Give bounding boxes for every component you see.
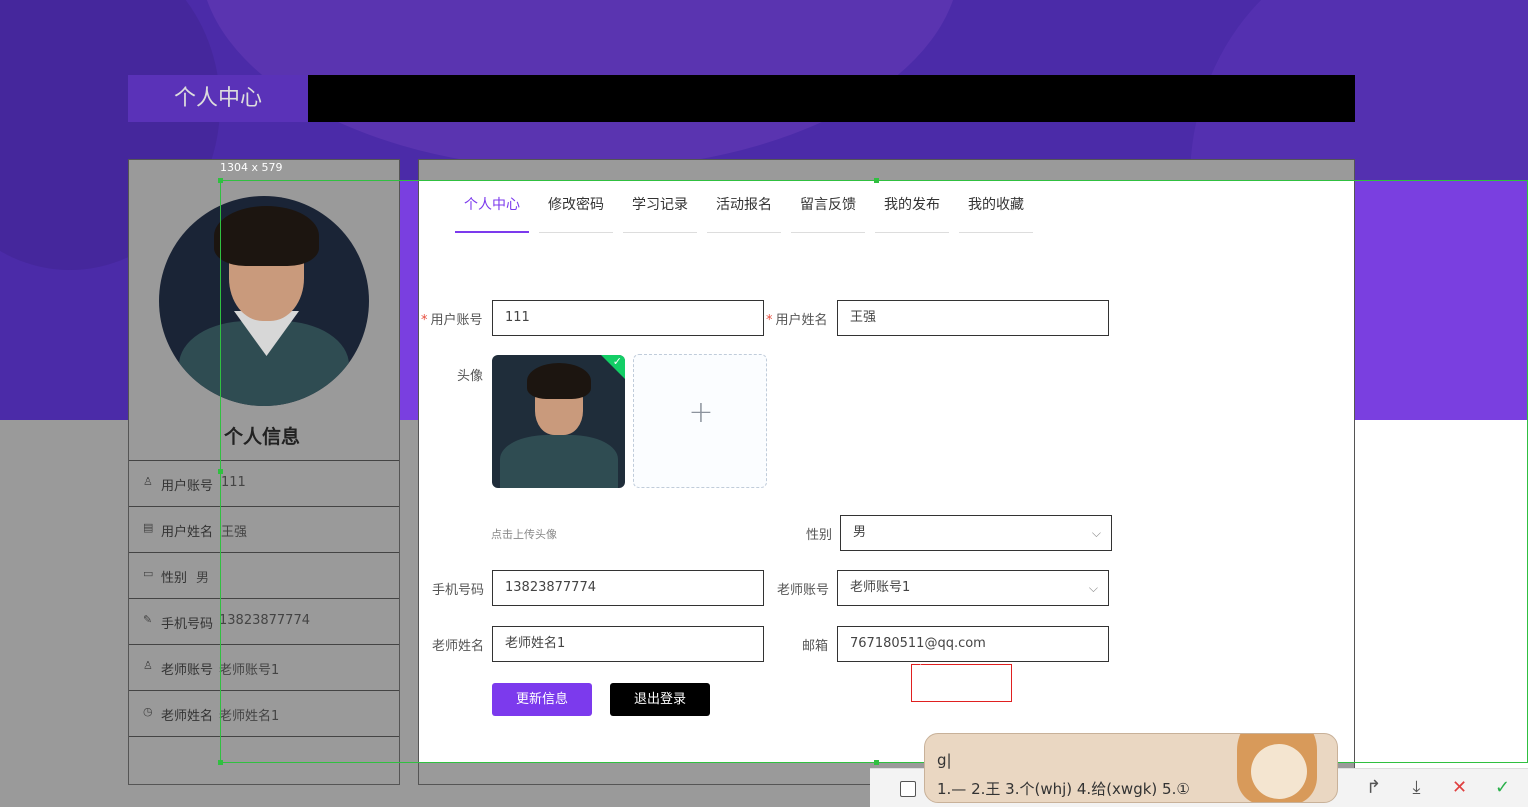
- teacher-name-input[interactable]: 老师姓名1: [492, 626, 764, 662]
- ime-candidates[interactable]: 1.— 2.王 3.个(whj) 4.给(xwgk) 5.①: [937, 778, 1190, 799]
- info-row-gender: ▭ 性别 男: [129, 552, 399, 598]
- tab-activity-signup[interactable]: 活动报名: [707, 193, 781, 233]
- teacher-name-label: 老师姓名: [432, 639, 485, 654]
- info-label: 性别: [161, 571, 188, 586]
- profile-tabs: 个人中心 修改密码 学习记录 活动报名 留言反馈 我的发布 我的收藏: [455, 193, 1043, 233]
- background-right: [1354, 420, 1528, 807]
- info-row-account: ♙ 用户账号 111: [129, 460, 399, 506]
- tab-profile[interactable]: 个人中心: [455, 193, 529, 233]
- avatar-thumbnail[interactable]: ✓: [492, 355, 625, 488]
- tab-my-posts[interactable]: 我的发布: [875, 193, 949, 233]
- upload-hint: 点击上传头像: [491, 528, 557, 541]
- person-icon: ♙: [143, 659, 153, 672]
- teacher-account-select[interactable]: 老师账号1 ⌵: [837, 570, 1109, 606]
- gender-value: 男: [853, 525, 867, 540]
- info-row-name: ▤ 用户姓名 王强: [129, 506, 399, 552]
- chevron-down-icon: ⌵: [1091, 526, 1101, 540]
- clock-icon: ◷: [143, 705, 153, 718]
- avatar-label: 头像: [457, 369, 484, 384]
- name-label: * 用户姓名: [766, 313, 828, 328]
- name-input[interactable]: 王强: [837, 300, 1109, 336]
- share-icon[interactable]: ↱: [1352, 777, 1395, 798]
- info-value: 111: [221, 475, 246, 490]
- ime-checkbox[interactable]: [900, 781, 916, 797]
- info-value: 老师姓名1: [219, 709, 280, 724]
- selection-handle[interactable]: [218, 178, 223, 183]
- teacher-account-value: 老师账号1: [850, 580, 911, 595]
- selection-handle[interactable]: [874, 178, 879, 183]
- ime-actions: ↱ ⤓ ✕ ✓: [1352, 777, 1524, 798]
- info-row-empty: [129, 736, 399, 782]
- info-title: 个人信息: [224, 426, 301, 448]
- selection-size-label: 1304 x 579: [220, 161, 283, 174]
- info-row-teacher-name: ◷ 老师姓名 老师姓名1: [129, 690, 399, 736]
- email-input[interactable]: 767180511@qq.com: [837, 626, 1109, 662]
- info-label: 老师账号: [161, 663, 214, 678]
- logout-button[interactable]: 退出登录: [610, 683, 710, 716]
- tab-study-records[interactable]: 学习记录: [623, 193, 697, 233]
- message-icon: ▭: [143, 567, 154, 580]
- teacher-account-label: 老师账号: [777, 583, 830, 598]
- update-info-button[interactable]: 更新信息: [492, 683, 592, 716]
- profile-sidebar: 个人信息 ♙ 用户账号 111 ▤ 用户姓名 王强 ▭ 性别 男 ✎ 手机号码 …: [128, 159, 400, 785]
- info-label: 手机号码: [161, 617, 214, 632]
- avatar-upload-button[interactable]: +: [633, 354, 767, 488]
- check-icon: ✓: [612, 355, 622, 368]
- chevron-down-icon: ⌵: [1088, 581, 1098, 595]
- confirm-icon[interactable]: ✓: [1481, 777, 1524, 798]
- phone-input[interactable]: 13823877774: [492, 570, 764, 606]
- selection-handle[interactable]: [218, 760, 223, 765]
- tab-my-favorites[interactable]: 我的收藏: [959, 193, 1033, 233]
- plus-icon: +: [688, 395, 714, 430]
- profile-avatar: [159, 196, 369, 406]
- info-row-phone: ✎ 手机号码 13823877774: [129, 598, 399, 644]
- info-row-teacher-account: ♙ 老师账号 老师账号1: [129, 644, 399, 690]
- selection-handle[interactable]: [218, 469, 223, 474]
- selection-handle[interactable]: [874, 760, 879, 765]
- info-value: 王强: [221, 525, 248, 540]
- tab-feedback[interactable]: 留言反馈: [791, 193, 865, 233]
- info-value: 男: [196, 571, 210, 586]
- top-header: 个人中心: [128, 75, 1355, 122]
- page-title: 个人中心: [128, 75, 308, 122]
- info-value: 13823877774: [219, 613, 310, 628]
- account-label: * 用户账号: [421, 313, 483, 328]
- close-icon[interactable]: ✕: [1438, 777, 1481, 798]
- account-input[interactable]: 111: [492, 300, 764, 336]
- info-label: 老师姓名: [161, 709, 214, 724]
- ime-input-text: g|: [937, 751, 952, 769]
- user-icon: ♙: [143, 475, 153, 488]
- gender-select[interactable]: 男 ⌵: [840, 515, 1112, 551]
- phone-label: 手机号码: [432, 583, 485, 598]
- info-label: 用户姓名: [161, 525, 214, 540]
- dog-face: [1251, 744, 1307, 799]
- info-label: 用户账号: [161, 479, 214, 494]
- download-icon[interactable]: ⤓: [1395, 777, 1438, 798]
- gender-label: 性别: [806, 528, 833, 543]
- id-card-icon: ▤: [143, 521, 154, 534]
- info-value: 老师账号1: [219, 663, 280, 678]
- email-label: 邮箱: [802, 639, 829, 654]
- tab-change-password[interactable]: 修改密码: [539, 193, 613, 233]
- edit-icon: ✎: [143, 613, 153, 626]
